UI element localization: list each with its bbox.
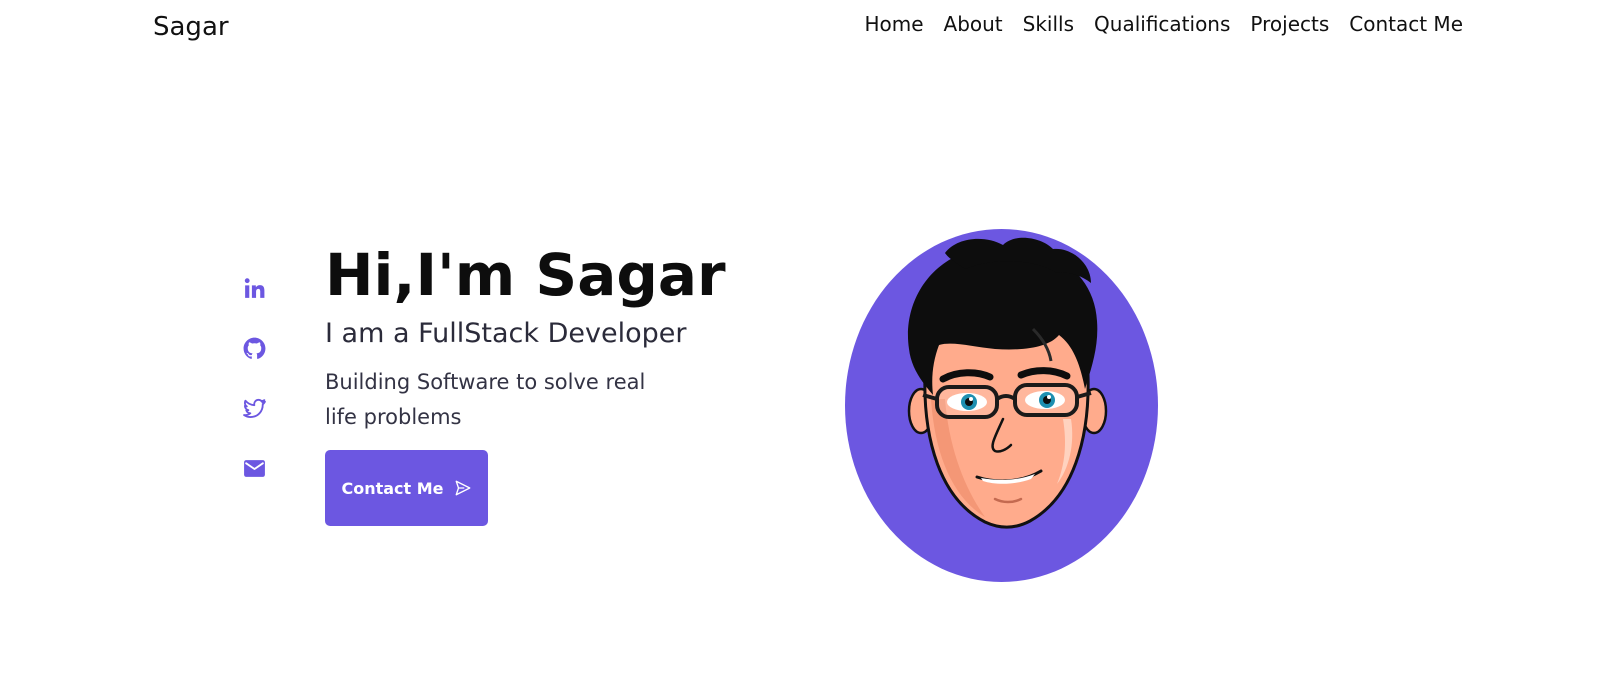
nav-item-skills: Skills bbox=[1023, 12, 1074, 36]
main-nav: Home About Skills Qualifications Project… bbox=[864, 12, 1463, 36]
mail-icon[interactable] bbox=[242, 456, 267, 481]
hero-description: Building Software to solve real life pro… bbox=[325, 369, 646, 429]
contact-me-button[interactable]: Contact Me bbox=[325, 450, 488, 527]
send-icon bbox=[455, 480, 470, 496]
nav-item-projects: Projects bbox=[1250, 12, 1329, 36]
nav-link-home[interactable]: Home bbox=[864, 12, 923, 36]
nav-item-contact: Contact Me bbox=[1349, 12, 1463, 36]
nav-item-about: About bbox=[944, 12, 1003, 36]
site-header: Sagar Home About Skills Qualifications P… bbox=[0, 0, 1611, 60]
nav-link-contact[interactable]: Contact Me bbox=[1349, 12, 1463, 36]
hero-title: Hi,I'm Sagar bbox=[325, 241, 726, 309]
hero-section: Hi,I'm Sagar I am a FullStack Developer … bbox=[325, 241, 726, 527]
github-icon[interactable] bbox=[242, 336, 267, 361]
nav-item-qualifications: Qualifications bbox=[1094, 12, 1230, 36]
avatar bbox=[845, 229, 1158, 582]
site-logo[interactable]: Sagar bbox=[153, 12, 229, 42]
hero-subtitle: I am a FullStack Developer bbox=[325, 317, 687, 349]
social-links bbox=[242, 276, 267, 481]
nav-link-projects[interactable]: Projects bbox=[1250, 12, 1329, 36]
nav-link-qualifications[interactable]: Qualifications bbox=[1094, 12, 1230, 36]
nav-link-skills[interactable]: Skills bbox=[1023, 12, 1074, 36]
nav-link-about[interactable]: About bbox=[944, 12, 1003, 36]
nav-item-home: Home bbox=[864, 12, 923, 36]
twitter-icon[interactable] bbox=[242, 396, 267, 421]
contact-me-label: Contact Me bbox=[341, 478, 444, 498]
avatar-illustration bbox=[907, 237, 1108, 529]
linkedin-icon[interactable] bbox=[242, 276, 267, 301]
